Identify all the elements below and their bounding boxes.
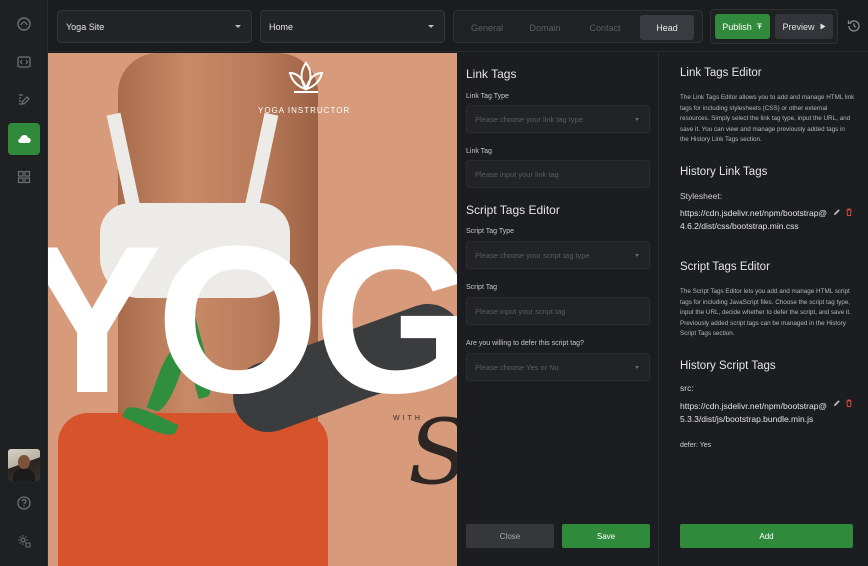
publish-label: Publish — [722, 21, 752, 32]
lotus-logo-icon — [288, 61, 324, 93]
page-select[interactable]: Home — [260, 10, 445, 43]
script-text: Sa — [408, 400, 457, 505]
close-button[interactable]: Close — [466, 524, 554, 548]
page-select-value: Home — [269, 21, 294, 32]
link-tag-type-select[interactable]: Please choose your link tag type — [466, 105, 650, 133]
history-link-title: History Link Tags — [680, 166, 768, 178]
brand-logo-icon[interactable] — [8, 8, 40, 40]
script-tag-label: Script Tag — [466, 284, 497, 291]
code-icon[interactable] — [8, 46, 40, 78]
cloud-icon[interactable] — [8, 123, 40, 155]
publish-actions: Publish Preview — [710, 9, 838, 44]
top-bar: Yoga Site Home General Domain Contact He… — [48, 0, 868, 52]
tab-contact[interactable]: Contact — [578, 15, 632, 40]
preview-button[interactable]: Preview — [775, 14, 833, 39]
chevron-down-icon — [428, 25, 434, 28]
script-editor-title: Script Tags Editor — [680, 261, 770, 273]
save-button[interactable]: Save — [562, 524, 650, 548]
link-editor-description: The Link Tags Editor allows you to add a… — [680, 94, 855, 143]
settings-icon[interactable] — [8, 525, 40, 557]
avatar-body — [13, 469, 35, 481]
history-icon[interactable] — [846, 18, 862, 34]
preview-label: Preview — [782, 21, 815, 32]
script-signature: Sa — [408, 408, 457, 498]
delete-icon[interactable] — [845, 208, 853, 216]
script-entry-defer: defer: Yes — [680, 442, 712, 449]
add-button[interactable]: Add — [680, 524, 853, 548]
script-tag-type-label: Script Tag Type — [466, 228, 514, 235]
link-tag-type-placeholder: Please choose your link tag type — [475, 114, 583, 124]
link-tag-input[interactable]: Please input your link tag — [466, 160, 650, 188]
script-editor-description: The Script Tags Editor lets you add and … — [680, 288, 851, 337]
brand-name: YOGA INSTRUCTOR — [258, 106, 351, 115]
delete-icon[interactable] — [845, 399, 853, 407]
edit-layout-icon[interactable] — [8, 84, 40, 116]
script-entry-url: https://cdn.jsdelivr.net/npm/bootstrap@5… — [680, 401, 828, 424]
edit-icon[interactable] — [833, 399, 841, 407]
app-window: Yoga Site Home General Domain Contact He… — [0, 0, 868, 566]
script-tag-type-select[interactable]: Please choose your script tag type — [466, 241, 650, 269]
script-tag-type-placeholder: Please choose your script tag type — [475, 250, 590, 260]
help-icon[interactable] — [8, 487, 40, 519]
tab-domain[interactable]: Domain — [518, 15, 572, 40]
link-entry-type: Stylesheet: — [680, 191, 723, 201]
defer-select[interactable]: Please choose Yes or No — [466, 353, 650, 381]
editor-info-panel: Link Tags Editor The Link Tags Editor al… — [660, 53, 868, 566]
tab-general[interactable]: General — [460, 15, 514, 40]
avatar[interactable] — [8, 449, 40, 481]
history-script-title: History Script Tags — [680, 360, 776, 372]
apps-grid-icon[interactable] — [8, 161, 40, 193]
link-tags-title: Link Tags — [466, 67, 517, 81]
chevron-down-icon — [635, 366, 639, 369]
script-tag-placeholder: Please input your script tag — [475, 306, 566, 316]
site-preview-canvas[interactable]: YOG YOGA INSTRUCTOR WITH Sa — [48, 53, 457, 566]
site-select-value: Yoga Site — [66, 21, 105, 32]
link-editor-title: Link Tags Editor — [680, 67, 762, 79]
hero-big-text: YOG — [48, 202, 457, 437]
edit-icon[interactable] — [833, 208, 841, 216]
defer-placeholder: Please choose Yes or No — [475, 362, 559, 372]
avatar-face — [18, 455, 30, 469]
publish-arrow-icon — [756, 23, 762, 30]
script-tag-input[interactable]: Please input your script tag — [466, 297, 650, 325]
defer-label: Are you willing to defer this script tag… — [466, 340, 584, 347]
left-rail — [0, 0, 48, 566]
head-form-panel: Link Tags Link Tag Type Please choose yo… — [457, 53, 659, 566]
link-entry-url: https://cdn.jsdelivr.net/npm/bootstrap@4… — [680, 208, 828, 231]
script-tags-title: Script Tags Editor — [466, 203, 560, 217]
link-tag-label: Link Tag — [466, 148, 492, 155]
settings-tabs: General Domain Contact Head — [453, 10, 703, 43]
link-tag-placeholder: Please input your link tag — [475, 169, 559, 179]
chevron-down-icon — [635, 254, 639, 257]
chevron-down-icon — [235, 25, 241, 28]
script-entry-type: src: — [680, 383, 694, 393]
tab-head[interactable]: Head — [640, 15, 694, 40]
chevron-down-icon — [635, 118, 639, 121]
site-select[interactable]: Yoga Site — [57, 10, 252, 43]
publish-button[interactable]: Publish — [715, 14, 770, 39]
link-tag-type-label: Link Tag Type — [466, 93, 509, 100]
play-icon — [820, 23, 825, 30]
